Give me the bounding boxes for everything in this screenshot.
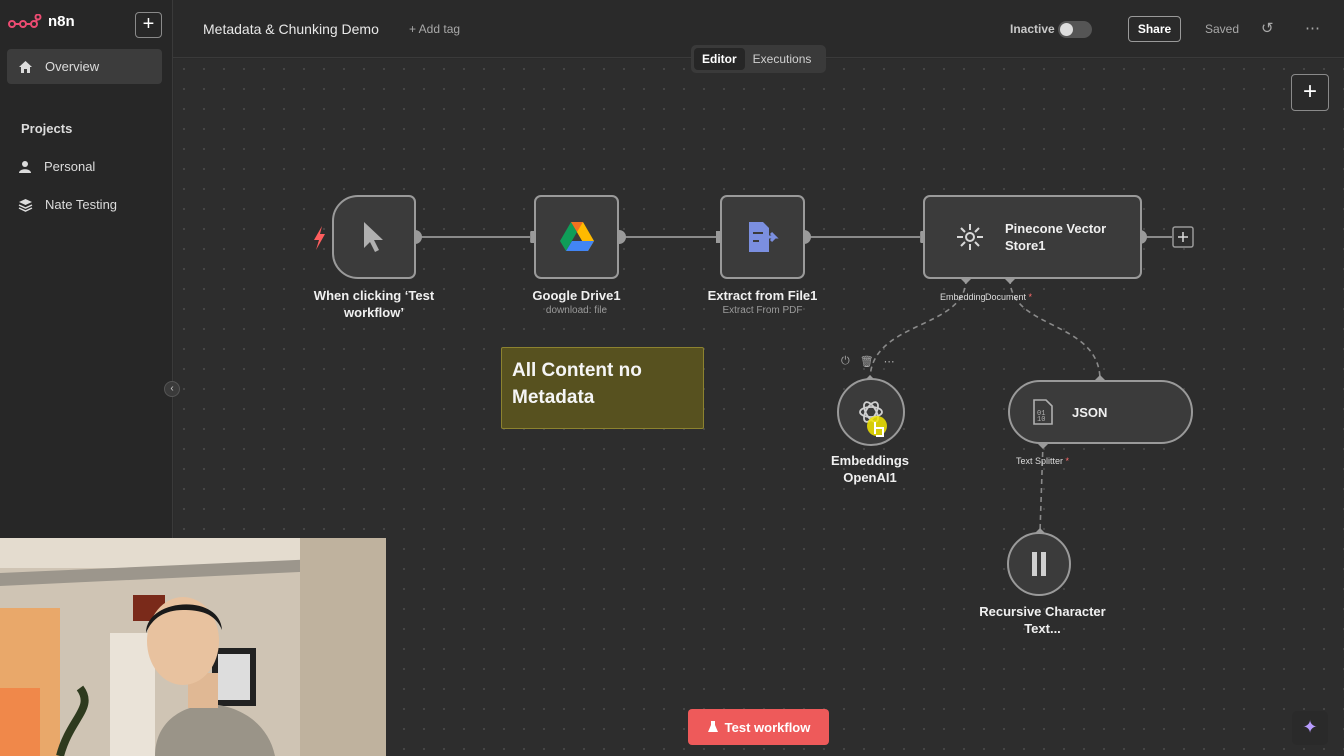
- presenter-video: [0, 538, 386, 756]
- trash-icon[interactable]: 🗑: [860, 355, 874, 368]
- test-workflow-label: Test workflow: [724, 719, 811, 735]
- node-title: Recursive Character Text...: [979, 604, 1106, 636]
- node-title: When clicking ‘Test workflow’: [313, 288, 435, 320]
- node-title: Pinecone Vector Store1: [1005, 221, 1107, 253]
- required-marker: *: [1065, 456, 1070, 466]
- n8n-logo[interactable]: n8n: [8, 13, 75, 30]
- add-node-button[interactable]: +: [1291, 74, 1329, 111]
- cursor-icon: [364, 222, 383, 252]
- webcam-overlay: [0, 538, 386, 756]
- tab-executions[interactable]: Executions: [745, 48, 820, 70]
- sticky-note[interactable]: All Content no Metadata: [501, 347, 704, 429]
- sidebar-item-label: Overview: [45, 59, 100, 74]
- node-title: Google Drive1: [532, 288, 621, 303]
- node-pinecone[interactable]: Pinecone Vector Store1: [923, 195, 1142, 279]
- node-json-loader[interactable]: 01 10 JSON: [1008, 380, 1193, 444]
- add-tag-button[interactable]: + Add tag: [409, 22, 460, 36]
- splitter-icon: [1032, 552, 1046, 576]
- collapse-sidebar-button[interactable]: ‹: [164, 381, 180, 397]
- tab-editor[interactable]: Editor: [694, 48, 745, 70]
- svg-text:10: 10: [1037, 416, 1045, 424]
- sidebar-item-overview[interactable]: Overview: [7, 49, 162, 84]
- node-title: JSON: [1072, 404, 1108, 420]
- projects-heading: Projects: [21, 121, 73, 136]
- status-label: Inactive: [1010, 22, 1055, 36]
- node-extract-from-file[interactable]: [720, 195, 805, 279]
- port-label-text: Document: [985, 292, 1027, 302]
- port-label-text-splitter: Text Splitter *: [1016, 456, 1069, 466]
- google-drive-icon: [559, 222, 594, 251]
- pinecone-icon: [957, 224, 983, 250]
- layers-icon: [18, 198, 33, 212]
- node-manual-trigger[interactable]: [332, 195, 416, 279]
- node-recursive-text-splitter[interactable]: [1007, 532, 1071, 596]
- n8n-logo-icon: [8, 13, 42, 28]
- sidebar-item-personal[interactable]: Personal: [7, 149, 162, 184]
- app-name: n8n: [48, 13, 75, 30]
- node-subtitle: download: file: [545, 305, 608, 316]
- node-title: Embeddings OpenAI1: [830, 453, 909, 485]
- flask-icon: [707, 721, 718, 732]
- port-label-document: Document *: [985, 292, 1032, 302]
- share-button[interactable]: Share: [1128, 16, 1181, 42]
- test-workflow-button[interactable]: Test workflow: [688, 709, 829, 745]
- node-google-drive[interactable]: [534, 195, 619, 279]
- node-toolbar: ⏻ 🗑 ⋯: [841, 355, 895, 368]
- extract-file-icon: [748, 222, 779, 252]
- more-options-icon[interactable]: ⋯: [1305, 19, 1320, 37]
- view-tabs: Editor Executions: [691, 45, 826, 73]
- sidebar-item-nate-testing[interactable]: Nate Testing: [7, 187, 162, 222]
- node-subtitle: Extract From PDF: [722, 305, 803, 316]
- active-toggle[interactable]: [1058, 21, 1092, 38]
- power-icon[interactable]: ⏻: [841, 355, 850, 368]
- user-icon: [19, 160, 31, 173]
- lightning-icon: [314, 226, 325, 250]
- port-label-embedding: Embedding: [940, 292, 986, 302]
- required-marker: *: [1028, 292, 1033, 302]
- port-label-text: Text Splitter: [1016, 456, 1064, 466]
- history-icon[interactable]: ↺: [1261, 19, 1274, 37]
- port-label-text: Embedding: [940, 292, 986, 302]
- node-title: Extract from File1: [707, 288, 818, 303]
- mouse-cursor-highlight: [867, 416, 887, 437]
- workflow-title[interactable]: Metadata & Chunking Demo: [203, 21, 379, 37]
- saved-status: Saved: [1205, 22, 1240, 36]
- create-button[interactable]: +: [135, 12, 162, 38]
- document-binary-icon: 01 10: [1033, 399, 1053, 425]
- sidebar-item-label: Nate Testing: [45, 197, 118, 212]
- home-icon: [19, 60, 32, 73]
- ai-assistant-button[interactable]: ✦: [1292, 711, 1328, 745]
- sidebar-item-label: Personal: [44, 159, 96, 174]
- more-icon[interactable]: ⋯: [884, 355, 895, 368]
